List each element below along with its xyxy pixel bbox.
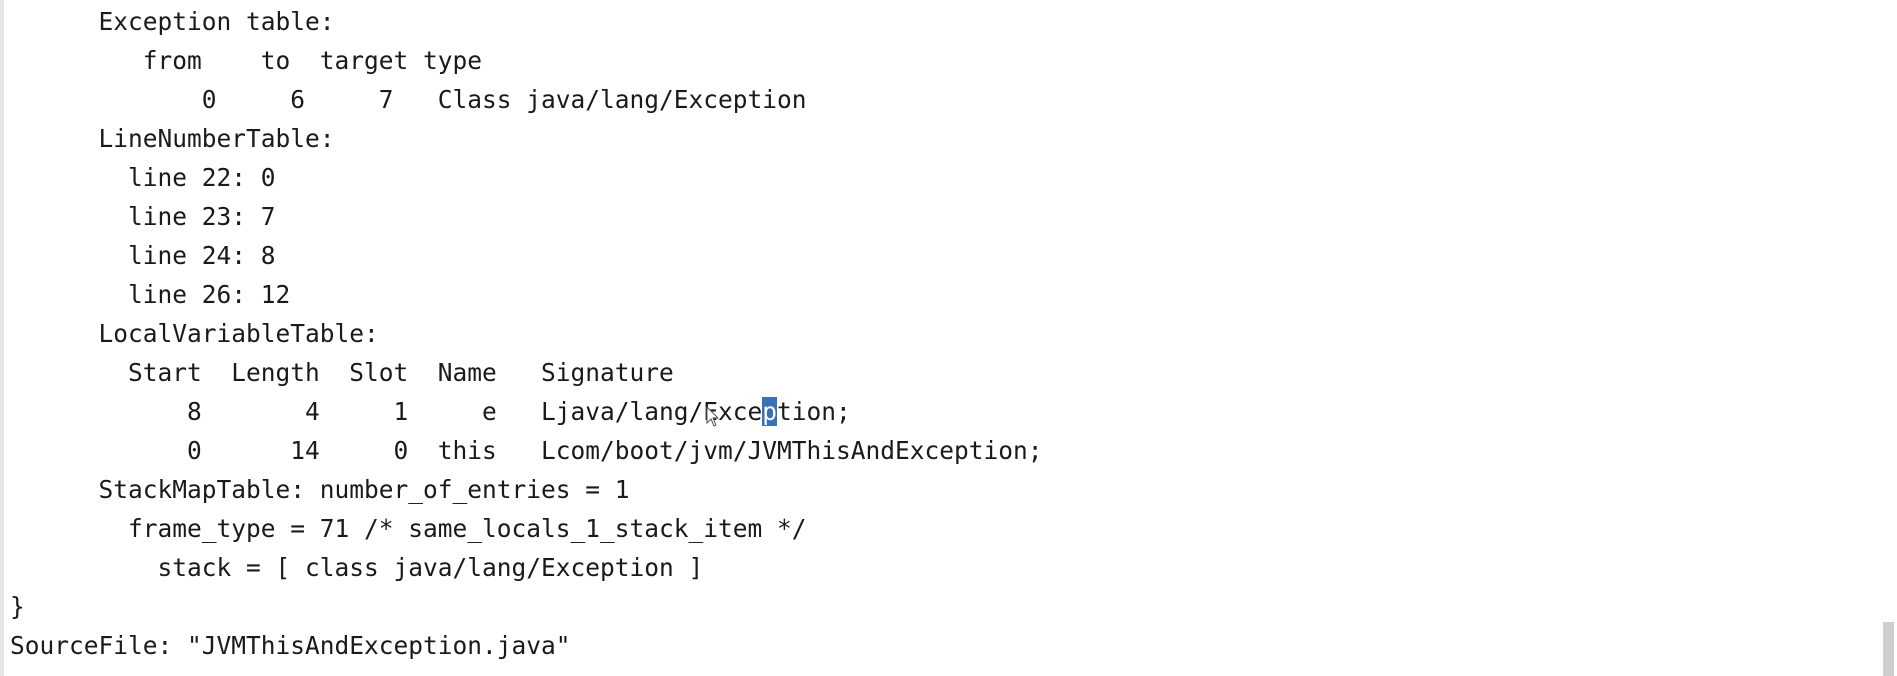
- code-line: stack = [ class java/lang/Exception ]: [10, 553, 704, 582]
- code-line: line 23: 7: [10, 202, 276, 231]
- code-line-with-selection: 8 4 1 e Ljava/lang/Exception;: [10, 394, 851, 430]
- code-line: StackMapTable: number_of_entries = 1: [10, 475, 630, 504]
- code-line: }: [10, 592, 25, 621]
- code-line: line 24: 8: [10, 241, 276, 270]
- mouse-pointer-icon: [706, 406, 720, 427]
- code-line: Exception table:: [10, 7, 335, 36]
- code-line: line 22: 0: [10, 163, 276, 192]
- code-line: SourceFile: "JVMThisAndException.java": [10, 631, 571, 660]
- scrollbar-thumb[interactable]: [1883, 622, 1894, 676]
- text-before-selection: 8 4 1 e Ljava/lang/Exce: [10, 397, 763, 426]
- code-line: 0 6 7 Class java/lang/Exception: [10, 85, 807, 114]
- vertical-scrollbar[interactable]: [1881, 0, 1897, 676]
- text-selection: p: [762, 397, 778, 426]
- text-editor[interactable]: Exception table: from to target type 0 6…: [10, 0, 1870, 676]
- code-line: 0 14 0 this Lcom/boot/jvm/JVMThisAndExce…: [10, 436, 1043, 465]
- code-line: from to target type: [10, 46, 483, 75]
- editor-left-border: [0, 0, 4, 676]
- code-line: frame_type = 71 /* same_locals_1_stack_i…: [10, 514, 807, 543]
- code-line: line 26: 12: [10, 280, 291, 309]
- text-after-selection: tion;: [777, 397, 851, 426]
- code-line: Start Length Slot Name Signature: [10, 358, 674, 387]
- code-line: LocalVariableTable:: [10, 319, 379, 348]
- code-line: LineNumberTable:: [10, 124, 335, 153]
